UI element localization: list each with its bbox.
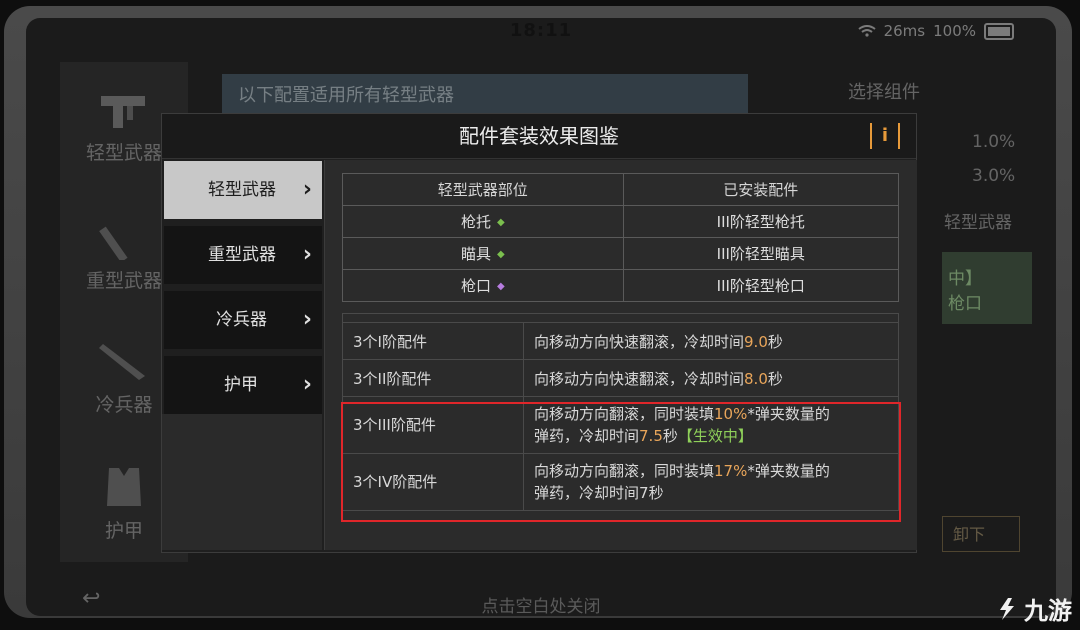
set-effect-cell: 向移动方向快速翻滚，冷却时间9.0秒 [523, 322, 899, 360]
set-effects-table: 3个I阶配件 向移动方向快速翻滚，冷却时间9.0秒 3个II阶配件 向移动方向快… [342, 322, 899, 511]
tab-heavy-weapons[interactable]: 重型武器 › [164, 226, 322, 284]
chevron-right-icon: › [302, 307, 312, 332]
modal-header: 配件套装效果图鉴 i [162, 114, 916, 159]
item-cell: III阶轻型枪托 [622, 205, 900, 238]
tab-label: 冷兵器 [216, 310, 267, 330]
tab-armor[interactable]: 护甲 › [164, 356, 322, 414]
set-name-cell: 3个IV阶配件 [342, 453, 524, 511]
table-row: 3个IV阶配件 向移动方向翻滚，同时装填17%*弹夹数量的 弹药，冷却时间7秒 [342, 453, 899, 511]
set-name-cell: 3个II阶配件 [342, 359, 524, 397]
set-name-cell: 3个I阶配件 [342, 322, 524, 360]
effect-number: 10% [714, 405, 748, 423]
effect-text: 秒 [662, 427, 678, 445]
set-effect-cell: 向移动方向快速翻滚，冷却时间8.0秒 [523, 359, 899, 397]
effect-text: 秒 [767, 369, 783, 388]
part-name: 枪口 [460, 277, 491, 295]
tab-melee[interactable]: 冷兵器 › [164, 291, 322, 349]
effect-text: *弹夹数量的 [747, 405, 830, 423]
effect-number: 9.0 [744, 332, 768, 351]
quality-diamond-icon: ◆ [496, 249, 505, 260]
chevron-right-icon: › [302, 372, 312, 397]
effect-text: 秒 [767, 332, 783, 351]
table-row: 3个I阶配件 向移动方向快速翻滚，冷却时间9.0秒 [342, 322, 899, 360]
tab-light-weapons[interactable]: 轻型武器 › [164, 161, 322, 219]
effect-number: 7 [639, 484, 649, 502]
effect-text: 向移动方向快速翻滚，冷却时间 [534, 332, 745, 351]
table-row: 3个III阶配件 向移动方向翻滚，同时装填10%*弹夹数量的 弹药，冷却时间7.… [342, 396, 899, 454]
part-cell: 枪托 ◆ [342, 205, 624, 238]
installed-parts-table: 轻型武器部位 已安装配件 枪托 ◆ III阶轻型枪托 瞄具 ◆ III阶轻型瞄具 枪… [342, 173, 900, 302]
watermark: 九游 [994, 591, 1072, 626]
active-status-tag: 【生效中】 [677, 427, 753, 445]
table-header: 已安装配件 [622, 173, 900, 206]
effect-text: *弹夹数量的 [747, 462, 830, 480]
set-effect-cell: 向移动方向翻滚，同时装填17%*弹夹数量的 弹药，冷却时间7秒 [523, 453, 899, 511]
effect-number: 8.0 [744, 369, 768, 388]
modal-content: 轻型武器部位 已安装配件 枪托 ◆ III阶轻型枪托 瞄具 ◆ III阶轻型瞄具 枪… [324, 160, 917, 550]
tab-label: 轻型武器 [208, 180, 276, 200]
chevron-right-icon: › [302, 177, 312, 202]
table-header: 轻型武器部位 [342, 173, 624, 206]
effect-text: 弹药，冷却时间 [534, 484, 640, 502]
table-header-row: 轻型武器部位 已安装配件 [342, 173, 900, 206]
set-effect-modal: 配件套装效果图鉴 i 轻型武器 › 重型武器 › 冷兵器 › 护甲 › 轻型武器… [161, 113, 917, 553]
table-row: 3个II阶配件 向移动方向快速翻滚，冷却时间8.0秒 [342, 359, 899, 397]
effect-text: 弹药，冷却时间 [534, 427, 640, 445]
part-name: 瞄具 [460, 245, 491, 263]
chevron-right-icon: › [302, 242, 312, 267]
part-cell: 枪口 ◆ [342, 269, 624, 302]
effect-text: 向移动方向快速翻滚，冷却时间 [534, 369, 745, 388]
effect-text: 向移动方向翻滚，同时装填 [534, 405, 715, 423]
effect-number: 17% [714, 462, 748, 480]
item-cell: III阶轻型枪口 [622, 269, 900, 302]
set-effect-cell: 向移动方向翻滚，同时装填10%*弹夹数量的 弹药，冷却时间7.5秒【生效中】 [523, 396, 899, 454]
jiuyou-logo-icon [1000, 597, 1014, 620]
table-row: 枪口 ◆ III阶轻型枪口 [342, 269, 900, 302]
set-name-cell: 3个III阶配件 [342, 396, 524, 454]
tab-label: 护甲 [224, 375, 258, 395]
quality-diamond-icon: ◆ [496, 217, 505, 228]
info-button[interactable]: i [870, 123, 900, 149]
part-cell: 瞄具 ◆ [342, 237, 624, 270]
item-cell: III阶轻型瞄具 [622, 237, 900, 270]
quality-diamond-icon: ◆ [496, 281, 505, 292]
effect-text: 向移动方向翻滚，同时装填 [534, 462, 715, 480]
table-row: 枪托 ◆ III阶轻型枪托 [342, 205, 900, 238]
tab-label: 重型武器 [208, 245, 276, 265]
effect-text: 秒 [648, 484, 664, 502]
modal-title: 配件套装效果图鉴 [459, 124, 619, 148]
part-name: 枪托 [460, 213, 491, 231]
modal-nav: 轻型武器 › 重型武器 › 冷兵器 › 护甲 › [164, 161, 322, 421]
nav-empty-pane [162, 414, 322, 550]
watermark-text: 九游 [1024, 597, 1072, 625]
effect-number: 7.5 [639, 427, 663, 445]
table-row: 瞄具 ◆ III阶轻型瞄具 [342, 237, 900, 270]
